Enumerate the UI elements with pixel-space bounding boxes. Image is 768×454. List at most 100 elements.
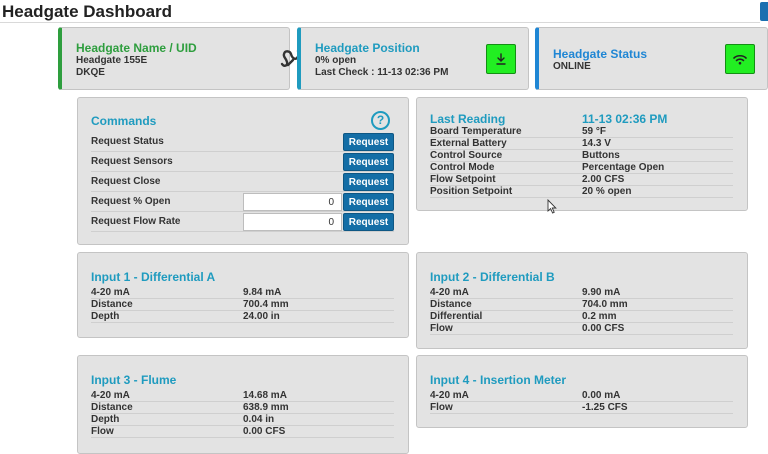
input-key: 4-20 mA <box>430 390 469 401</box>
reading-row: Board Temperature 59 °F <box>430 126 733 138</box>
input-3-panel: Input 3 - Flume 4-20 mA 14.68 mA Distanc… <box>77 355 409 454</box>
input-value: 0.00 mA <box>582 390 621 401</box>
input-row: Flow 0.00 CFS <box>430 323 733 335</box>
reading-value: 20 % open <box>582 186 632 197</box>
headgate-status-value: ONLINE <box>553 61 591 72</box>
reading-key: Control Source <box>430 150 503 161</box>
last-reading-panel: Last Reading 11-13 02:36 PM Board Temper… <box>416 97 748 211</box>
last-reading-timestamp: 11-13 02:36 PM <box>582 112 668 126</box>
question-icon[interactable]: ? <box>371 111 390 130</box>
headgate-position-title: Headgate Position <box>315 41 420 55</box>
input-value: 0.04 in <box>243 414 275 425</box>
input-key: Distance <box>91 402 133 413</box>
input-key: Distance <box>91 299 133 310</box>
input-1-title: Input 1 - Differential A <box>91 270 216 284</box>
input-value: 0.00 CFS <box>582 323 625 334</box>
input-key: Depth <box>91 311 120 322</box>
command-label: Request Sensors <box>91 156 173 167</box>
input-4-title: Input 4 - Insertion Meter <box>430 373 567 387</box>
input-key: 4-20 mA <box>91 390 130 401</box>
input-row: Differential 0.2 mm <box>430 311 733 323</box>
reading-value: 2.00 CFS <box>582 174 625 185</box>
input-value: 638.9 mm <box>243 402 289 413</box>
command-row-request-sensors: Request Sensors Request <box>91 152 394 172</box>
input-key: 4-20 mA <box>430 287 469 298</box>
input-key: Flow <box>430 402 453 413</box>
headgate-name-title: Headgate Name / UID <box>76 41 197 55</box>
percent-open-input[interactable] <box>243 193 342 211</box>
input-row: Flow 0.00 CFS <box>91 426 394 438</box>
last-check-time: Last Check : 11-13 02:36 PM <box>315 67 449 78</box>
command-row-request-close: Request Close Request <box>91 172 394 192</box>
header-divider <box>0 22 760 23</box>
headgate-status-title: Headgate Status <box>553 47 648 61</box>
input-key: Flow <box>430 323 453 334</box>
reading-key: External Battery <box>430 138 507 149</box>
input-key: Differential <box>430 311 483 322</box>
download-icon <box>496 53 506 65</box>
command-label: Request Flow Rate <box>91 216 181 227</box>
input-value: 0.00 CFS <box>243 426 286 437</box>
reading-row: Control Mode Percentage Open <box>430 162 733 174</box>
headgate-status-card: Headgate Status ONLINE <box>535 27 768 90</box>
last-reading-title: Last Reading <box>430 112 506 126</box>
reading-key: Position Setpoint <box>430 186 513 197</box>
input-3-title: Input 3 - Flume <box>91 373 177 387</box>
status-wifi-button[interactable] <box>725 44 755 74</box>
input-row: 4-20 mA 9.84 mA <box>91 287 394 299</box>
request-percent-open-button[interactable]: Request <box>343 193 394 211</box>
input-key: 4-20 mA <box>91 287 130 298</box>
command-row-request-status: Request Status Request <box>91 132 394 152</box>
input-4-panel: Input 4 - Insertion Meter 4-20 mA 0.00 m… <box>416 355 748 428</box>
input-row: Distance 638.9 mm <box>91 402 394 414</box>
side-panel-tab[interactable] <box>760 2 768 21</box>
input-value: 14.68 mA <box>243 390 287 401</box>
input-value: -1.25 CFS <box>582 402 628 413</box>
input-row: Distance 704.0 mm <box>430 299 733 311</box>
flow-rate-input[interactable] <box>243 213 342 231</box>
reading-value: 14.3 V <box>582 138 611 149</box>
input-key: Flow <box>91 426 114 437</box>
request-status-button[interactable]: Request <box>343 133 394 151</box>
reading-row: Position Setpoint 20 % open <box>430 186 733 198</box>
input-value: 0.2 mm <box>582 311 617 322</box>
input-row: Distance 700.4 mm <box>91 299 394 311</box>
headgate-position-card: Headgate Position 0% open Last Check : 1… <box>297 27 529 90</box>
input-value: 9.90 mA <box>582 287 621 298</box>
commands-panel: Commands ? Request Status Request Reques… <box>77 97 409 245</box>
input-value: 24.00 in <box>243 311 280 322</box>
headgate-name: Headgate 155E <box>76 55 148 66</box>
wifi-icon <box>733 54 747 65</box>
request-close-button[interactable]: Request <box>343 173 394 191</box>
page-title: Headgate Dashboard <box>2 2 173 21</box>
input-row: Depth 24.00 in <box>91 311 394 323</box>
mouse-cursor-icon <box>547 199 557 214</box>
command-row-request-percent-open: Request % Open Request <box>91 192 394 212</box>
request-flow-rate-button[interactable]: Request <box>343 213 394 231</box>
input-value: 700.4 mm <box>243 299 289 310</box>
request-sensors-button[interactable]: Request <box>343 153 394 171</box>
reading-value: Buttons <box>582 150 620 161</box>
reading-key: Board Temperature <box>430 126 522 137</box>
position-download-button[interactable] <box>486 44 516 74</box>
headgate-position-value: 0% open <box>315 55 357 66</box>
input-value: 9.84 mA <box>243 287 282 298</box>
input-row: Depth 0.04 in <box>91 414 394 426</box>
commands-title: Commands <box>91 114 157 128</box>
input-1-panel: Input 1 - Differential A 4-20 mA 9.84 mA… <box>77 252 409 338</box>
input-2-title: Input 2 - Differential B <box>430 270 555 284</box>
reading-row: Flow Setpoint 2.00 CFS <box>430 174 733 186</box>
command-row-request-flow-rate: Request Flow Rate Request <box>91 212 394 232</box>
input-key: Depth <box>91 414 120 425</box>
input-row: Flow -1.25 CFS <box>430 402 733 414</box>
reading-value: 59 °F <box>582 126 607 137</box>
input-2-panel: Input 2 - Differential B 4-20 mA 9.90 mA… <box>416 252 748 349</box>
input-row: 4-20 mA 14.68 mA <box>91 390 394 402</box>
command-label: Request Close <box>91 176 161 187</box>
command-label: Request % Open <box>91 196 171 207</box>
headgate-uid: DKQE <box>76 67 105 78</box>
reading-row: Control Source Buttons <box>430 150 733 162</box>
input-row: 4-20 mA 0.00 mA <box>430 390 733 402</box>
input-key: Distance <box>430 299 472 310</box>
reading-value: Percentage Open <box>582 162 665 173</box>
